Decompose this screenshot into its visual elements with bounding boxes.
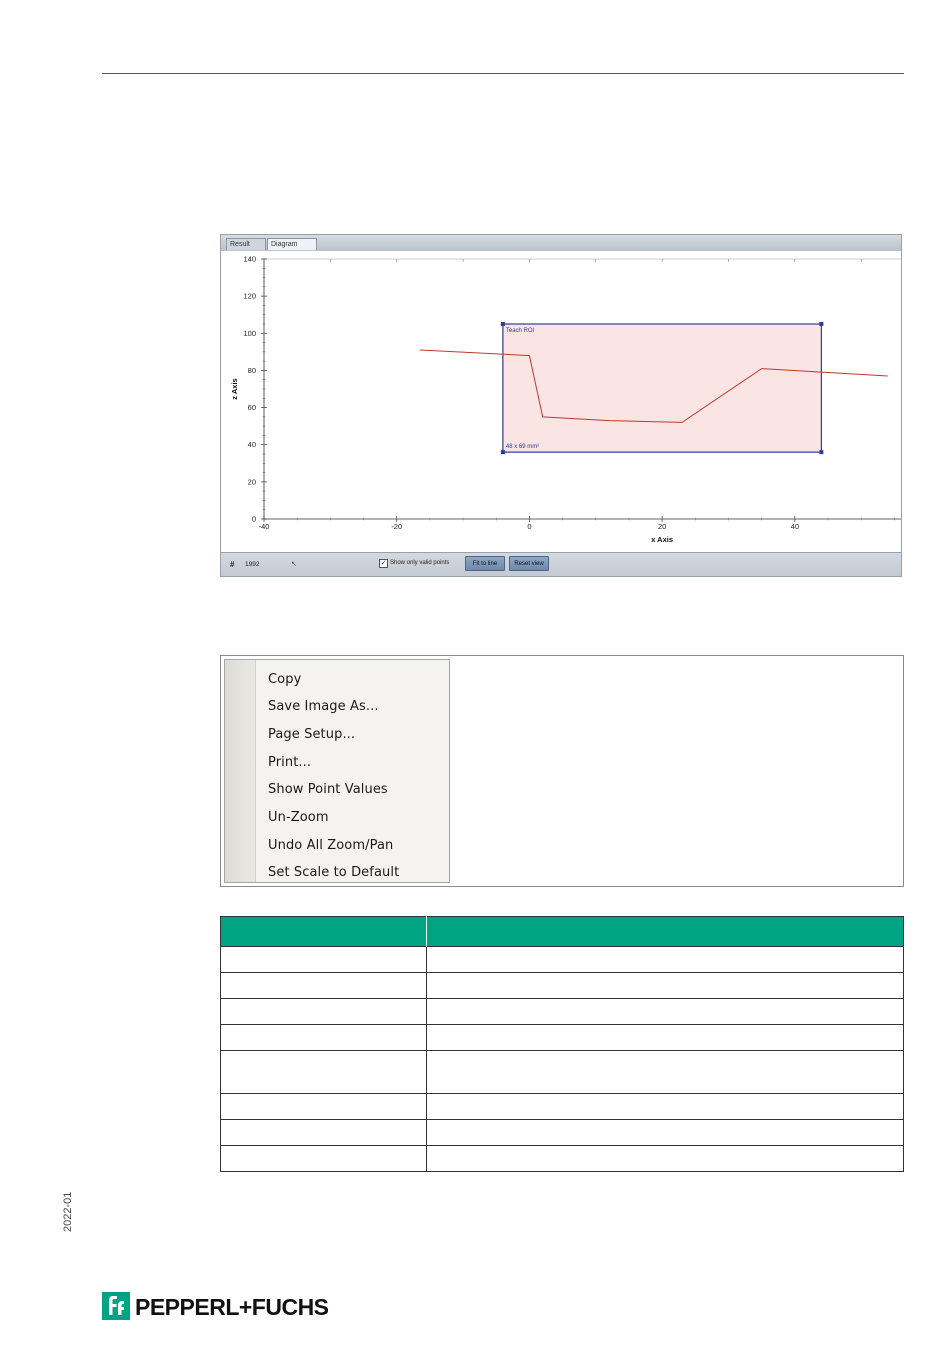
table-cell bbox=[426, 972, 904, 999]
reset-view-button[interactable]: Reset view bbox=[509, 556, 549, 571]
table-cell bbox=[220, 998, 427, 1025]
table-header-cell bbox=[220, 916, 427, 947]
tab-bar: Result View Diagram View bbox=[221, 235, 901, 260]
y-tick-label: 20 bbox=[248, 477, 256, 486]
menu-item-un-zoom[interactable]: Un-Zoom bbox=[268, 804, 443, 831]
table-header-row bbox=[220, 916, 904, 947]
y-tick-label: 0 bbox=[252, 515, 256, 524]
menu-item-save-image-as[interactable]: Save Image As... bbox=[268, 693, 443, 720]
table-header-cell bbox=[426, 916, 904, 947]
table-cell bbox=[220, 946, 427, 973]
table-row bbox=[220, 946, 904, 973]
point-count-symbol: # bbox=[230, 560, 235, 569]
table-cell bbox=[220, 1050, 427, 1094]
roi-handle[interactable] bbox=[819, 450, 824, 455]
table-cell bbox=[426, 1050, 904, 1094]
y-axis-title: z Axis bbox=[230, 378, 239, 399]
table-row bbox=[220, 972, 904, 999]
menu-item-page-setup[interactable]: Page Setup... bbox=[268, 721, 443, 748]
table-cell bbox=[426, 1119, 904, 1146]
table-cell bbox=[220, 1145, 427, 1172]
edition-date: 2022-01 bbox=[62, 1191, 74, 1232]
menu-item-copy[interactable]: Copy bbox=[268, 666, 443, 693]
menu-icon-gutter bbox=[225, 660, 256, 882]
tab-result-view[interactable]: Result View bbox=[226, 238, 266, 260]
table-row bbox=[220, 1119, 904, 1146]
x-tick-label: 20 bbox=[658, 522, 666, 531]
menu-item-show-point-values[interactable]: Show Point Values bbox=[268, 776, 443, 803]
table-cell bbox=[220, 1093, 427, 1120]
y-tick-label: 40 bbox=[248, 440, 256, 449]
x-tick-label: -20 bbox=[391, 522, 402, 531]
roi-handle[interactable] bbox=[500, 322, 505, 326]
cursor-icon: ↖ bbox=[291, 561, 297, 568]
menu-item-undo-all-zoom-pan[interactable]: Undo All Zoom/Pan bbox=[268, 832, 443, 859]
pf-logo-icon bbox=[102, 1292, 130, 1320]
roi-size: 48 x 69 mm² bbox=[506, 444, 539, 450]
table-cell bbox=[220, 1024, 427, 1051]
table-row bbox=[220, 1024, 904, 1051]
menu-item-set-scale-default[interactable]: Set Scale to Default bbox=[268, 859, 443, 886]
x-tick-label: 0 bbox=[527, 522, 531, 531]
y-tick-label: 120 bbox=[243, 292, 256, 301]
y-tick-label: 140 bbox=[243, 255, 256, 264]
menu-item-print[interactable]: Print... bbox=[268, 749, 443, 776]
x-axis-title: x Axis bbox=[651, 535, 673, 544]
roi-title: Teach ROI bbox=[506, 328, 535, 334]
y-tick-label: 100 bbox=[243, 329, 256, 338]
table-row bbox=[220, 1050, 904, 1094]
brand-name: PEPPERL+FUCHS bbox=[135, 1294, 329, 1320]
table-cell bbox=[426, 1093, 904, 1120]
teach-roi[interactable]: Teach ROI 48 x 69 mm² bbox=[500, 322, 824, 455]
x-tick-label: -40 bbox=[259, 522, 270, 531]
table-row bbox=[220, 998, 904, 1025]
table-row bbox=[220, 1145, 904, 1172]
table-cell bbox=[426, 1024, 904, 1051]
table-cell bbox=[426, 998, 904, 1025]
header-rule bbox=[102, 73, 904, 74]
valid-points-checkbox[interactable]: ✓ bbox=[379, 559, 388, 568]
roi-handle[interactable] bbox=[500, 450, 505, 455]
valid-points-label: Show only valid points bbox=[390, 560, 450, 566]
y-tick-label: 80 bbox=[248, 366, 256, 375]
diagram-panel: Result View Diagram View Teach ROI 48 x 6… bbox=[220, 234, 902, 577]
table-cell bbox=[426, 946, 904, 973]
status-bar: # 1992 ↖ ✓ Show only valid points Fit to… bbox=[221, 552, 901, 576]
point-count-value: 1992 bbox=[245, 561, 260, 568]
context-menu-figure: Copy Save Image As... Page Setup... Prin… bbox=[220, 655, 904, 887]
menu-function-table bbox=[220, 916, 904, 1172]
x-tick-label: 40 bbox=[791, 522, 799, 531]
profile-chart[interactable]: Teach ROI 48 x 69 mm² 0 20 40 60 80 100 120 140 -… bbox=[221, 251, 901, 552]
tab-diagram-view[interactable]: Diagram View bbox=[267, 238, 317, 260]
y-tick-label: 60 bbox=[248, 403, 256, 412]
table-row bbox=[220, 1093, 904, 1120]
fit-to-line-button[interactable]: Fit to line bbox=[465, 556, 505, 571]
table-cell bbox=[220, 972, 427, 999]
table-cell bbox=[220, 1119, 427, 1146]
roi-handle[interactable] bbox=[819, 322, 824, 326]
roi-rectangle[interactable] bbox=[502, 323, 822, 453]
context-menu: Copy Save Image As... Page Setup... Prin… bbox=[224, 659, 450, 883]
table-cell bbox=[426, 1145, 904, 1172]
